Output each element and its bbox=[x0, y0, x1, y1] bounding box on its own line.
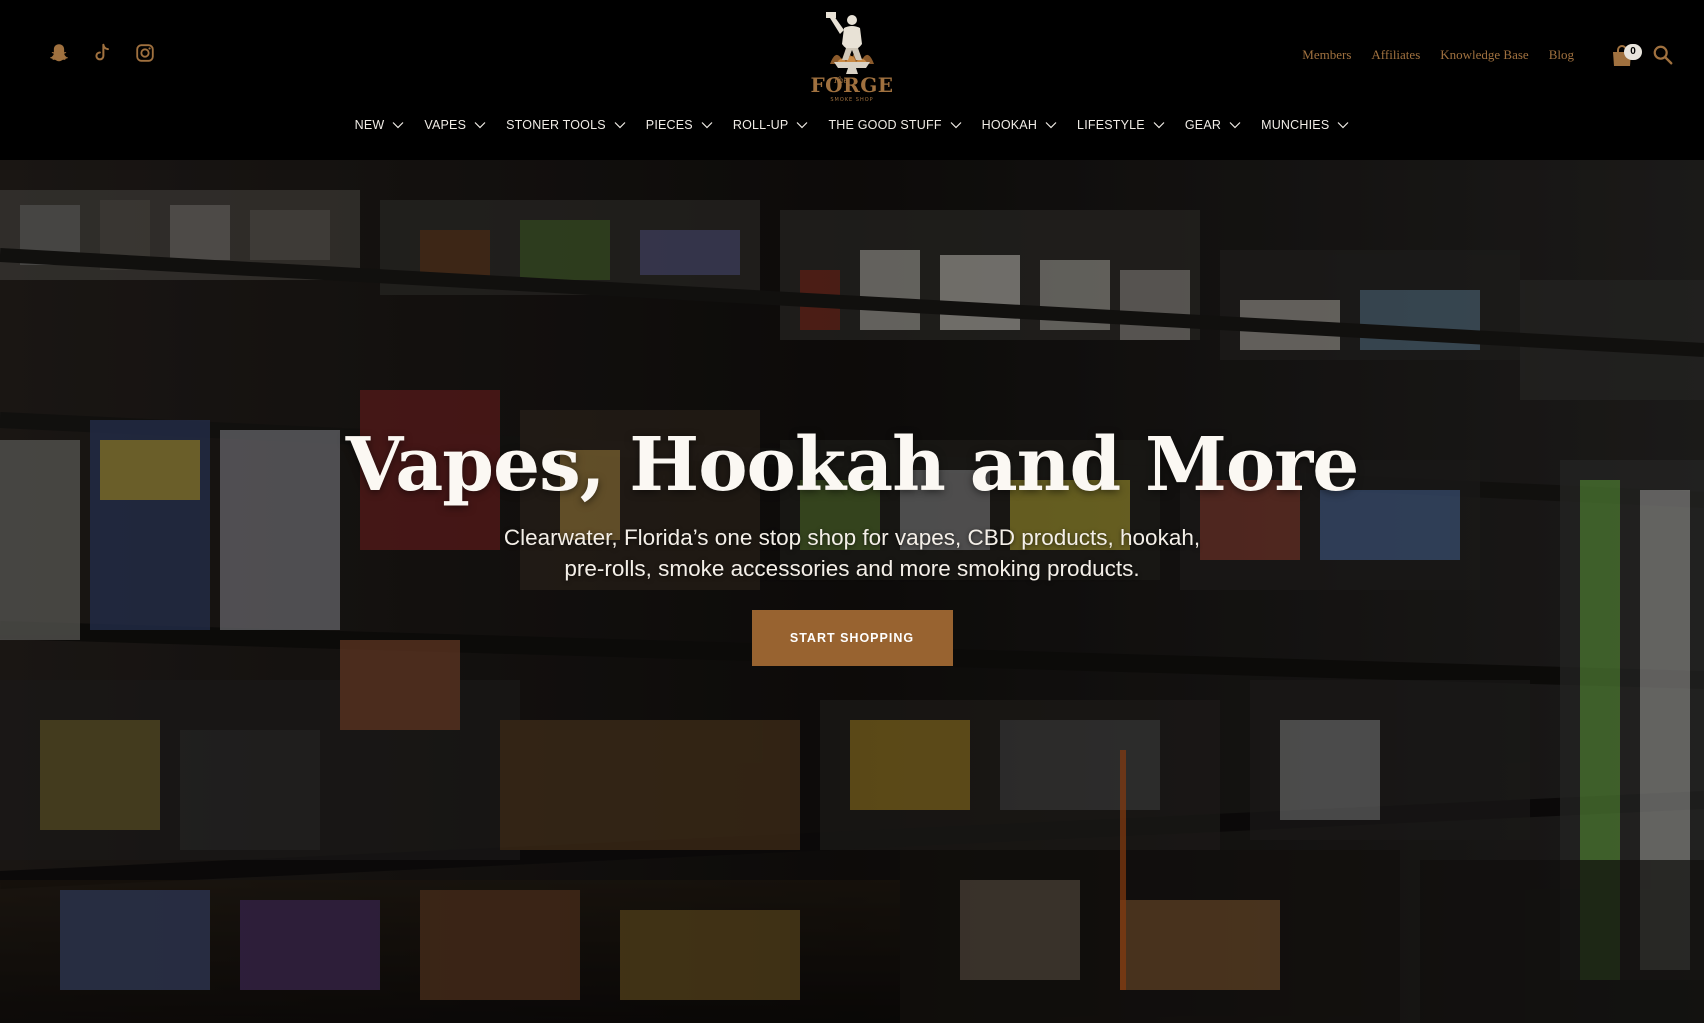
affiliates-link[interactable]: Affiliates bbox=[1371, 47, 1420, 63]
social-links bbox=[48, 40, 156, 66]
chevron-down-icon bbox=[797, 122, 808, 129]
nav-item-label: GEAR bbox=[1184, 118, 1222, 132]
nav-item-vapes[interactable]: VAPES bbox=[424, 118, 486, 132]
snapchat-icon bbox=[50, 44, 68, 62]
chevron-down-icon bbox=[950, 122, 962, 129]
chevron-down-icon bbox=[1153, 122, 1165, 129]
hero-subtitle: Clearwater, Florida’s one stop shop for … bbox=[503, 525, 1201, 581]
hero-section: Vapes, Hookah and More Clearwater, Flori… bbox=[0, 160, 1704, 1023]
nav-item-hookah[interactable]: HOOKAH bbox=[982, 118, 1057, 132]
logo-main-text: FORGE bbox=[810, 73, 893, 97]
nav-item-pieces[interactable]: PIECES bbox=[646, 118, 713, 132]
chevron-down-icon bbox=[474, 122, 486, 129]
site-logo[interactable]: The FORGE SMOKE SHOP bbox=[800, 4, 904, 106]
chevron-down-icon bbox=[392, 122, 404, 129]
nav-item-label: STONER TOOLS bbox=[506, 118, 606, 132]
chevron-down-icon bbox=[614, 122, 626, 129]
nav-item-label: LIFESTYLE bbox=[1077, 118, 1145, 132]
site-header: The FORGE SMOKE SHOP Members Affiliates … bbox=[0, 0, 1704, 160]
logo-sub-text: SMOKE SHOP bbox=[830, 97, 873, 103]
blog-link[interactable]: Blog bbox=[1549, 47, 1574, 63]
tiktok-link[interactable] bbox=[91, 40, 113, 66]
instagram-icon bbox=[136, 44, 154, 62]
nav-item-the-good-stuff[interactable]: THE GOOD STUFF bbox=[828, 118, 962, 132]
nav-item-gear[interactable]: GEAR bbox=[1185, 118, 1241, 132]
nav-item-lifestyle[interactable]: LIFESTYLE bbox=[1077, 118, 1165, 132]
nav-item-label: MUNCHIES bbox=[1261, 118, 1330, 132]
nav-item-label: NEW bbox=[354, 118, 385, 132]
chevron-down-icon bbox=[1045, 122, 1057, 129]
utility-nav: Members Affiliates Knowledge Base Blog 0 bbox=[1302, 38, 1674, 72]
tiktok-icon bbox=[95, 43, 109, 61]
members-link[interactable]: Members bbox=[1302, 47, 1351, 63]
nav-item-roll-up[interactable]: ROLL-UP bbox=[733, 118, 809, 132]
knowledge-base-link[interactable]: Knowledge Base bbox=[1440, 47, 1528, 63]
nav-item-new[interactable]: NEW bbox=[355, 118, 405, 132]
nav-item-munchies[interactable]: MUNCHIES bbox=[1261, 118, 1349, 132]
search-icon bbox=[1653, 45, 1673, 65]
nav-item-label: HOOKAH bbox=[981, 118, 1038, 132]
start-shopping-button[interactable]: START SHOPPING bbox=[751, 610, 953, 666]
cart-button[interactable]: 0 bbox=[1610, 41, 1642, 69]
forge-logo-image: The FORGE SMOKE SHOP bbox=[810, 12, 893, 103]
main-nav: NEW VAPES STONER TOOLS PIECES ROLL-UP TH… bbox=[0, 118, 1704, 132]
nav-item-label: ROLL-UP bbox=[732, 118, 789, 132]
search-button[interactable] bbox=[1652, 44, 1674, 66]
instagram-link[interactable] bbox=[134, 40, 156, 66]
hero-content: Vapes, Hookah and More Clearwater, Flori… bbox=[0, 428, 1704, 666]
nav-item-stoner-tools[interactable]: STONER TOOLS bbox=[506, 118, 626, 132]
hero-title: Vapes, Hookah and More bbox=[345, 422, 1360, 508]
chevron-down-icon bbox=[1229, 122, 1241, 129]
chevron-down-icon bbox=[701, 122, 713, 129]
nav-item-label: PIECES bbox=[645, 118, 693, 132]
snapchat-link[interactable] bbox=[48, 40, 70, 66]
nav-item-label: THE GOOD STUFF bbox=[828, 118, 942, 132]
cart-count-badge: 0 bbox=[1624, 44, 1642, 60]
nav-item-label: VAPES bbox=[424, 118, 467, 132]
page: The FORGE SMOKE SHOP Members Affiliates … bbox=[0, 0, 1704, 1023]
chevron-down-icon bbox=[1337, 122, 1349, 129]
